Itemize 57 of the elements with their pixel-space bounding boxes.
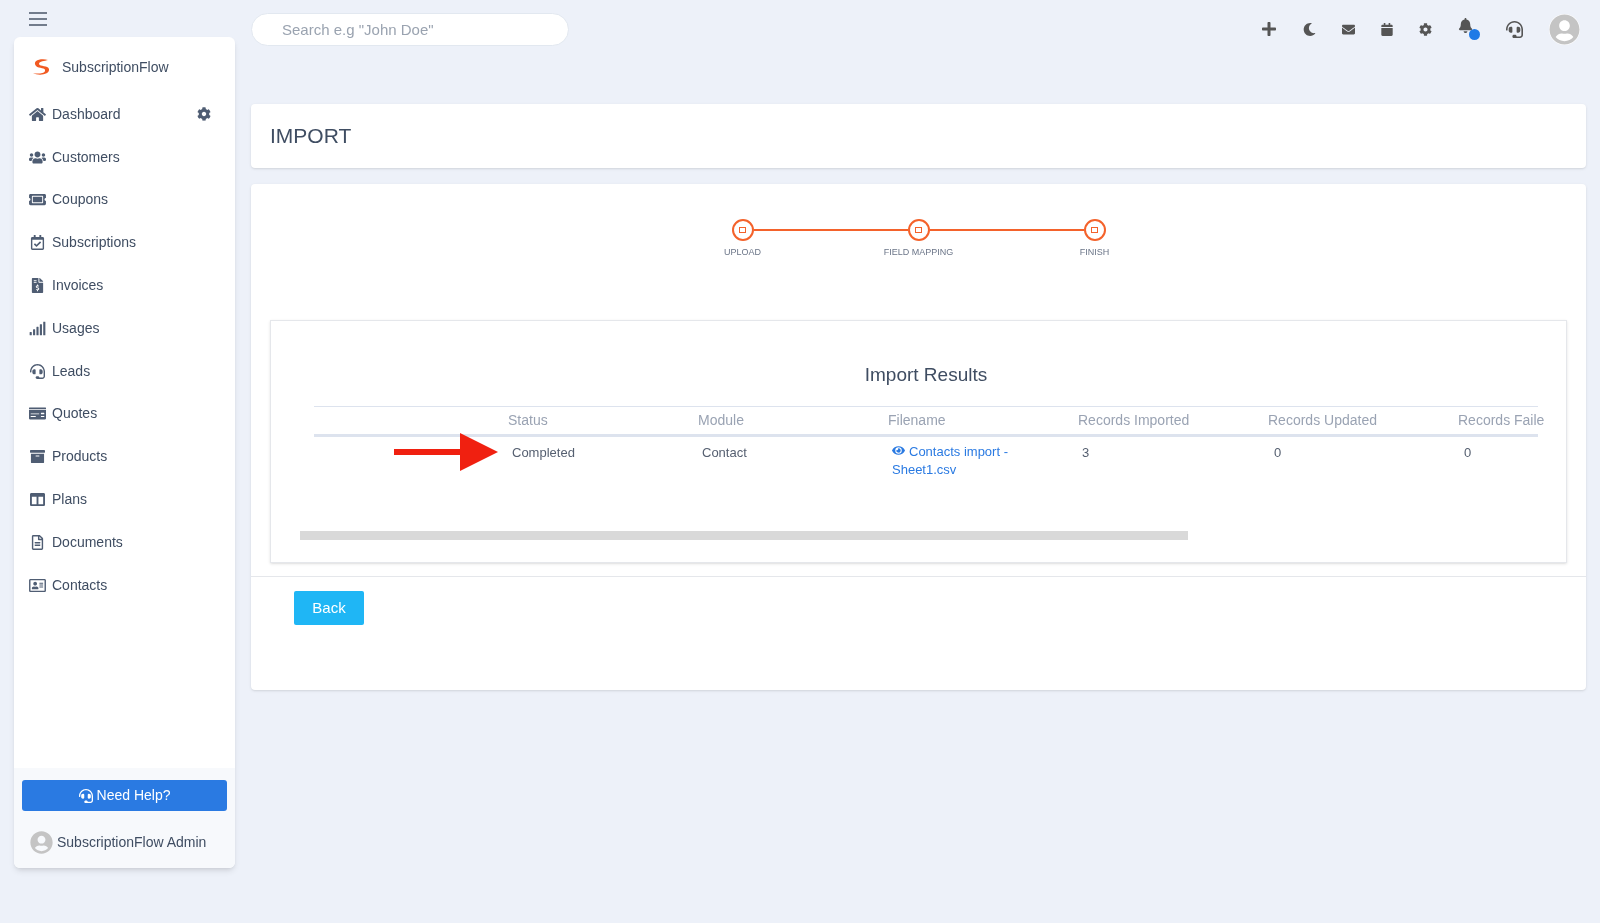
document-icon [29,534,46,550]
mail-icon[interactable] [1342,22,1355,36]
nav-link[interactable]: Subscriptions [29,232,137,254]
nav-link[interactable]: Contacts [29,574,108,596]
nav-link[interactable]: Documents [29,531,123,553]
column-header: Status [508,412,548,428]
calendar-icon[interactable] [1381,22,1393,36]
user-name: SubscriptionFlow Admin [57,833,207,852]
search-field[interactable]: Search e.g "John Doe" [251,12,569,46]
add-icon[interactable] [1261,21,1277,37]
menu-icon[interactable] [28,11,48,26]
nav-link[interactable]: Coupons [29,189,109,211]
nav-link[interactable]: Plans [29,489,88,511]
contact-card-icon [29,577,46,593]
headset-icon [78,788,93,803]
table-cell: 0 [1464,444,1472,460]
eye-icon [892,443,905,457]
settings-icon[interactable] [1419,22,1432,36]
column-header: Filename [888,412,946,428]
invoice-icon [29,278,46,294]
headset-icon[interactable] [1506,20,1523,38]
nav-link[interactable]: Invoices [29,275,104,297]
column-header: Records Updated [1268,412,1377,428]
columns-icon [29,492,46,508]
need-help-button[interactable]: Need Help? [22,780,227,811]
people-icon [29,149,46,165]
nav-link[interactable]: Usages [29,317,100,339]
column-header: Records Imported [1078,412,1190,428]
column-header: Records Faile [1458,412,1545,428]
moon-icon[interactable] [1303,22,1316,36]
table-cell: 3 [1082,444,1090,460]
file-link[interactable]: Contacts import - Sheet1.csv [892,442,1024,479]
notification-bell-icon[interactable] [1458,18,1480,40]
brand-name: SubscriptionFlow [62,57,169,77]
column-header: Module [698,412,744,428]
archive-box-icon [29,449,46,465]
results-title: Import Results [863,363,989,387]
page-title: IMPORT [270,123,352,150]
table-cell: Contact [702,444,747,460]
step-label: FIELD MAPPING [883,246,954,259]
nav-link[interactable]: Customers [29,146,120,168]
avatar-icon [30,831,53,854]
step-label: UPLOAD [724,246,761,259]
headset-icon [29,363,46,379]
signal-bars-icon [29,320,46,336]
table-cell: Completed [512,444,575,460]
table-cell: 0 [1274,444,1282,460]
house-icon [29,106,46,122]
nav-link[interactable]: Leads [29,360,91,382]
nav-link[interactable]: Products [29,446,108,468]
step-label: FINISH [1079,246,1110,259]
nav-link[interactable]: Dashboard [29,103,121,125]
ticket-icon [29,192,46,208]
settings-icon[interactable] [197,107,211,122]
calendar-check-icon [29,235,46,251]
nav-link[interactable]: Quotes [29,403,98,425]
card-icon [29,406,46,422]
